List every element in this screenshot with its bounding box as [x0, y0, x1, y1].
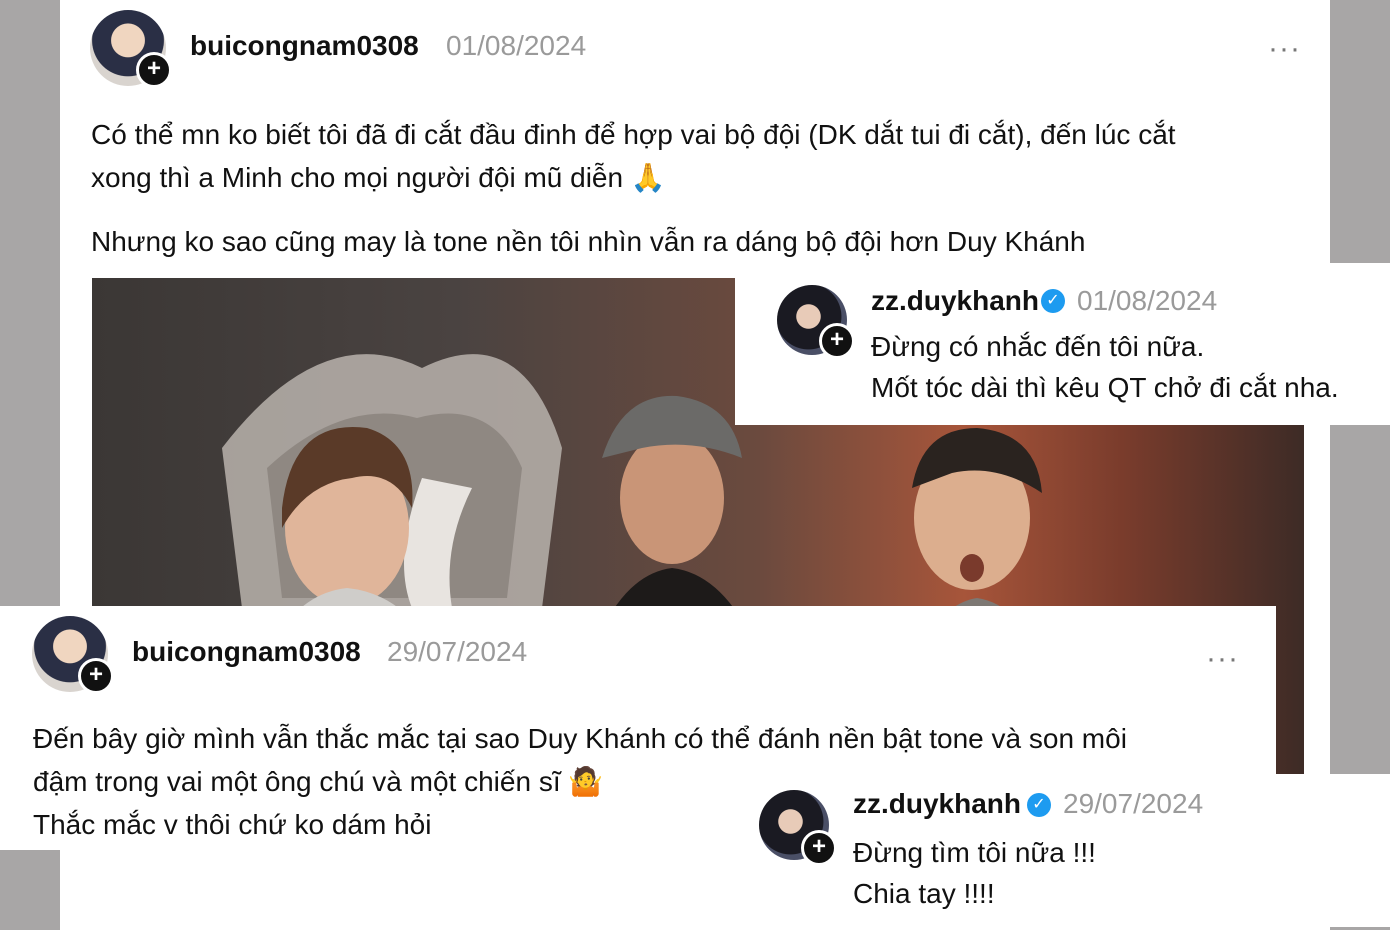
reply-text-line2: Mốt tóc dài thì kêu QT chở đi cắt nha.	[871, 372, 1339, 403]
post-text-line2-text: đậm trong vai một ông chú và một chiến s…	[33, 766, 561, 797]
avatar-buicongnam[interactable]: +	[90, 10, 172, 88]
avatar-buicongnam[interactable]: +	[32, 616, 114, 694]
reply-card-top: + zz.duykhanh ✓ 01/08/2024 Đừng có nhắc …	[735, 263, 1390, 425]
follow-plus-icon[interactable]: +	[801, 830, 837, 866]
avatar-duykhanh[interactable]: +	[777, 285, 855, 359]
follow-plus-icon[interactable]: +	[78, 658, 114, 694]
post-text-line2: đậm trong vai một ông chú và một chiến s…	[33, 760, 603, 803]
reply-card-bottom: + zz.duykhanh ✓ 29/07/2024 Đừng tìm tôi …	[727, 774, 1390, 927]
verified-badge-icon: ✓	[1041, 289, 1065, 313]
post-date: 29/07/2024	[387, 636, 528, 667]
post-text-line2-text: xong thì a Minh cho mọi người đội mũ diễ…	[91, 162, 624, 193]
post-text-line1: Đến bây giờ mình vẫn thắc mắc tại sao Du…	[33, 723, 1127, 754]
follow-plus-icon[interactable]: +	[819, 323, 855, 359]
reply-text-line1: Đừng tìm tôi nữa !!!	[853, 837, 1096, 868]
reply-date: 01/08/2024	[1077, 285, 1218, 316]
reply-date: 29/07/2024	[1063, 788, 1204, 819]
reply-text-line1: Đừng có nhắc đến tôi nữa.	[871, 331, 1205, 362]
avatar-duykhanh[interactable]: +	[759, 790, 837, 866]
post-date: 01/08/2024	[446, 30, 587, 61]
post-username[interactable]: buicongnam0308	[132, 636, 361, 668]
post-text-line2: xong thì a Minh cho mọi người đội mũ diễ…	[91, 156, 666, 199]
post-text-line1: Có thể mn ko biết tôi đã đi cắt đầu đinh…	[91, 119, 1176, 150]
verified-badge-icon: ✓	[1027, 793, 1051, 817]
shrug-emoji-icon: 🤷	[568, 765, 604, 798]
post-text-line3: Nhưng ko sao cũng may là tone nền tôi nh…	[91, 226, 1086, 257]
more-dots-icon[interactable]: ···	[1206, 644, 1239, 674]
follow-plus-icon[interactable]: +	[136, 52, 172, 88]
post-username[interactable]: buicongnam0308	[190, 30, 419, 62]
more-dots-icon[interactable]: ···	[1268, 34, 1301, 64]
reply-username[interactable]: zz.duykhanh	[853, 788, 1021, 820]
reply-username[interactable]: zz.duykhanh	[871, 285, 1039, 317]
reply-text-line2: Chia tay !!!!	[853, 878, 995, 909]
post-text-line3: Thắc mắc v thôi chứ ko dám hỏi	[33, 809, 432, 840]
pray-emoji-icon: 🙏	[630, 161, 666, 194]
